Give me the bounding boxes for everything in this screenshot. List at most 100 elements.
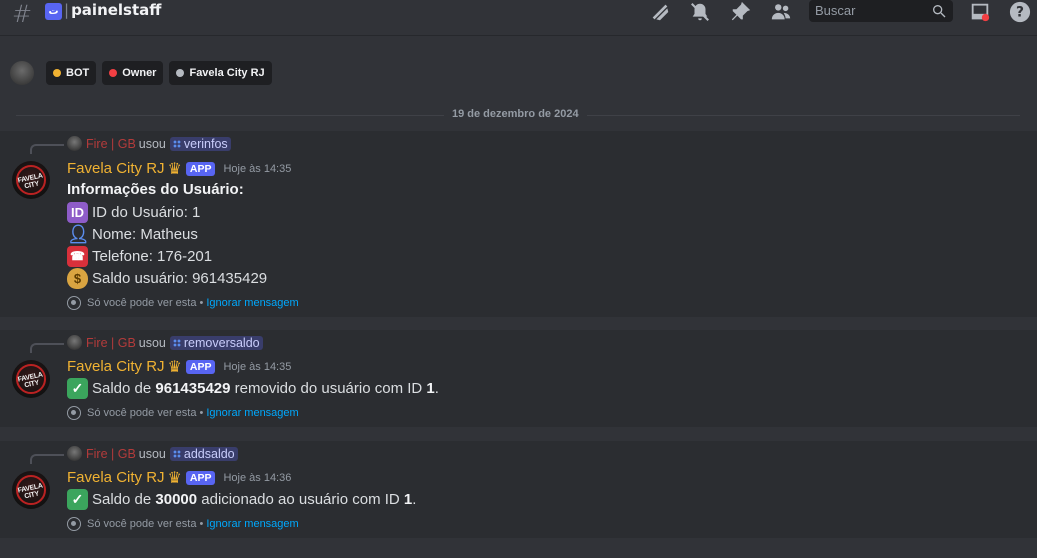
money-bag-icon: $ (67, 268, 88, 289)
role-badge-bot[interactable]: BOT (46, 61, 97, 85)
mute-icon[interactable] (688, 0, 712, 24)
message-content: ✓ Saldo de 961435429 removido do usuário… (67, 378, 439, 399)
message-heading: Informações do Usuário: (67, 181, 244, 198)
message-header: Favela City RJ ♛ APP Hoje às 14:35 (67, 159, 291, 178)
command-icon (172, 449, 181, 458)
mini-avatar (67, 136, 82, 151)
reply-verb: usou (138, 446, 166, 461)
inbox-icon[interactable] (968, 0, 992, 24)
user-id-text: 1 (426, 380, 435, 397)
author-name[interactable]: Favela City RJ (67, 469, 165, 486)
content-text: removido do usuário com ID (234, 380, 423, 397)
message-1[interactable]: Fire | GB usou verinfos FAVELA CITY Fave… (0, 131, 1037, 317)
phone-icon: ☎︎ (67, 246, 88, 267)
role-label: BOT (66, 67, 90, 79)
command-name: verinfos (183, 136, 228, 151)
check-icon: ✓ (67, 489, 88, 510)
app-badge: APP (185, 359, 216, 374)
reply-verb: usou (138, 136, 166, 151)
dismiss-message-link[interactable]: Ignorar mensagem (206, 407, 298, 419)
bot-avatar[interactable]: FAVELA CITY (12, 360, 50, 398)
info-line-id: ID ID do Usuário: 1 (67, 202, 200, 223)
role-badge-owner[interactable]: Owner (102, 61, 164, 85)
ephemeral-note: Só você pode ver esta • Ignorar mensagem (67, 406, 299, 420)
info-line-phone: ☎︎ Telefone: 176-201 (67, 246, 212, 267)
help-icon[interactable]: ? (1008, 0, 1032, 24)
command-name: removersaldo (183, 335, 260, 350)
message-header: Favela City RJ ♛ APP Hoje às 14:35 (67, 357, 291, 376)
info-text: Telefone: 176-201 (92, 248, 213, 265)
message-2[interactable]: Fire | GB usou removersaldo FAVELA CITY … (0, 330, 1037, 427)
command-mention[interactable]: removersaldo (169, 335, 263, 350)
reply-username[interactable]: Fire | GB (86, 137, 136, 151)
reply-connector (30, 343, 64, 353)
command-mention[interactable]: verinfos (169, 136, 231, 151)
date-divider-label: 19 de dezembro de 2024 (444, 108, 587, 120)
crown-icon: ♛ (167, 468, 182, 487)
role-badge-favela[interactable]: Favela City RJ (169, 61, 272, 85)
channel-name: painelstaff (71, 1, 162, 19)
info-line-balance: $ Saldo usuário: 961435429 (67, 268, 267, 289)
reply-connector (30, 454, 64, 464)
app-badge: APP (185, 161, 216, 176)
svg-text:?: ? (1016, 5, 1024, 21)
role-label: Favela City RJ (189, 67, 265, 79)
info-text: Saldo usuário: 961435429 (92, 270, 268, 287)
search-icon (933, 4, 946, 18)
timestamp[interactable]: Hoje às 14:36 (223, 472, 291, 484)
content-text: Saldo de (92, 380, 152, 397)
command-icon (172, 338, 181, 347)
info-text: Nome: Matheus (92, 226, 198, 243)
ephemeral-note: Só você pode ver esta • Ignorar mensagem (67, 296, 299, 310)
ephemeral-text: Só você pode ver esta • (87, 297, 204, 309)
reply-verb: usou (138, 335, 166, 350)
command-mention[interactable]: addsaldo (169, 446, 238, 461)
app-badge: APP (185, 470, 216, 485)
content-text: adicionado ao usuário com ID (201, 491, 400, 508)
interaction-reply[interactable]: Fire | GB usou addsaldo (67, 446, 238, 461)
roles-row: BOT Owner Favela City RJ (10, 60, 278, 86)
bot-avatar[interactable]: FAVELA CITY (12, 471, 50, 509)
command-name: addsaldo (183, 446, 235, 461)
message-3[interactable]: Fire | GB usou addsaldo FAVELA CITY Fave… (0, 441, 1037, 538)
id-icon: ID (67, 202, 88, 223)
timestamp[interactable]: Hoje às 14:35 (223, 361, 291, 373)
user-id-text: 1 (403, 491, 413, 508)
threads-icon[interactable] (648, 0, 672, 24)
hash-icon: # (12, 0, 33, 28)
role-dot (176, 69, 185, 77)
search-placeholder: Buscar (815, 3, 856, 18)
pin-icon[interactable] (729, 0, 753, 24)
info-line-name: 👤︎ Nome: Matheus (67, 224, 198, 245)
members-icon[interactable] (769, 0, 793, 24)
message-header: Favela City RJ ♛ APP Hoje às 14:36 (67, 468, 291, 487)
dismiss-message-link[interactable]: Ignorar mensagem (206, 297, 298, 309)
channel-header: # ت | painelstaff Buscar ? (0, 0, 1037, 36)
ephemeral-text: Só você pode ver esta • (87, 407, 204, 419)
author-name[interactable]: Favela City RJ (67, 358, 165, 375)
reply-username[interactable]: Fire | GB (86, 336, 136, 350)
dismiss-message-link[interactable]: Ignorar mensagem (206, 518, 298, 530)
message-content: ✓ Saldo de 30000 adicionado ao usuário c… (67, 489, 416, 510)
avatar[interactable] (10, 61, 34, 85)
role-label: Owner (122, 67, 157, 79)
bot-avatar[interactable]: FAVELA CITY (12, 161, 50, 199)
info-text: ID do Usuário: 1 (92, 204, 201, 221)
timestamp[interactable]: Hoje às 14:35 (223, 163, 291, 175)
amount-text: 30000 (155, 491, 198, 508)
command-icon (172, 139, 181, 148)
reply-username[interactable]: Fire | GB (86, 447, 136, 461)
ephemeral-text: Só você pode ver esta • (87, 518, 204, 530)
mini-avatar (67, 335, 82, 350)
search-input[interactable]: Buscar (809, 0, 953, 22)
reply-connector (30, 144, 64, 154)
author-name[interactable]: Favela City RJ (67, 160, 165, 177)
interaction-reply[interactable]: Fire | GB usou verinfos (67, 136, 231, 151)
content-text: Saldo de (92, 491, 152, 508)
interaction-reply[interactable]: Fire | GB usou removersaldo (67, 335, 263, 350)
check-icon: ✓ (67, 378, 88, 399)
mini-avatar (67, 446, 82, 461)
channel-title: | painelstaff (64, 1, 162, 19)
crown-icon: ♛ (167, 357, 182, 376)
crown-icon: ♛ (167, 159, 182, 178)
